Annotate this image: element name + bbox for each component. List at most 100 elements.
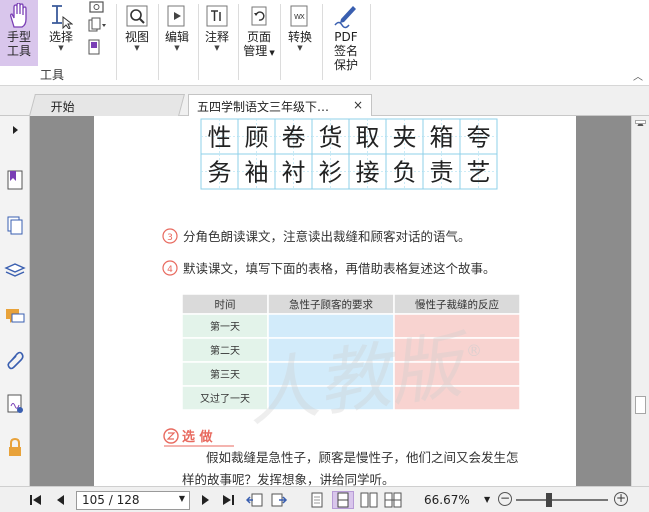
table-row-label: 第二天: [210, 344, 240, 357]
table-row-label: 第一天: [210, 320, 240, 333]
comment-button[interactable]: 注释 ▼: [200, 0, 234, 66]
watermark-registered: ®: [466, 341, 482, 360]
char-cell-text: 衫: [319, 159, 343, 187]
next-view-icon[interactable]: [270, 491, 288, 509]
bookmark-icon[interactable]: [3, 168, 27, 192]
edit-button[interactable]: 编辑 ▼: [160, 0, 194, 66]
char-cell: 负: [385, 153, 424, 190]
hand-icon: [5, 2, 33, 30]
page-mgmt-label-2-text: 管理: [243, 44, 268, 58]
status-bar: 105 / 128 ▼ 66.67% ▼ − +: [0, 486, 649, 512]
paragraph-line-1: 假如裁缝是急性子，顾客是慢性子，他们之间又会发生怎: [206, 450, 519, 465]
next-page-icon[interactable]: [198, 491, 214, 509]
char-cell-text: 夸: [467, 124, 491, 152]
ribbon-toolbar: 手型 工具 选择 ▼ 视图 ▼ 编辑 ▼ 注释 ▼ 页面 管理 ▼ W X 转换…: [0, 0, 649, 86]
document-viewer[interactable]: 性顾卷货取夹箱夸务袖衬衫接负责艺 3 分角色朗读课文，注意读出裁缝和顾客对话的语…: [30, 116, 631, 486]
ribbon-separator: [238, 4, 239, 80]
char-cell-text: 务: [208, 159, 232, 187]
item-3-number: 3: [167, 233, 173, 243]
page-dropdown-icon[interactable]: ▼: [179, 494, 185, 503]
zoom-out-icon[interactable]: −: [498, 492, 512, 506]
char-cell: 卷: [274, 118, 313, 155]
left-sidebar: [0, 116, 30, 486]
optional-section-icon-mark: [166, 432, 176, 440]
attachment-icon[interactable]: [3, 348, 27, 372]
page-number-input[interactable]: 105 / 128 ▼: [76, 491, 190, 510]
continuous-view-icon[interactable]: [332, 491, 354, 509]
select-button[interactable]: 选择 ▼: [44, 0, 78, 66]
table-row-label: 第三天: [210, 368, 240, 381]
page-management-button[interactable]: 页面 管理 ▼: [240, 0, 278, 66]
char-cell: 袖: [237, 153, 276, 190]
zoom-dropdown-icon[interactable]: ▼: [484, 495, 490, 504]
close-icon[interactable]: ×: [353, 98, 363, 112]
snapshot-tools[interactable]: [82, 0, 110, 66]
table-header-text: 慢性子裁缝的反应: [415, 298, 499, 311]
item-4: 4 默读课文，填写下面的表格，再借助表格复述这个故事。: [162, 260, 496, 276]
char-cell: 艺: [459, 153, 498, 190]
pdf-page: 性顾卷货取夹箱夸务袖衬衫接负责艺 3 分角色朗读课文，注意读出裁缝和顾客对话的语…: [94, 116, 576, 486]
tab-start[interactable]: 开始: [29, 94, 185, 116]
zoom-slider[interactable]: [516, 493, 608, 507]
scroll-thumb[interactable]: [635, 396, 646, 414]
char-cell-text: 顾: [245, 124, 269, 152]
scroll-top-marker: [635, 120, 646, 124]
zoom-in-icon[interactable]: +: [614, 492, 628, 506]
char-cell: 接: [348, 153, 387, 190]
char-cell: 衬: [274, 153, 313, 190]
char-cell-text: 取: [356, 124, 380, 152]
pdf-sign-protect-button[interactable]: PDF 签名 保护: [326, 0, 366, 86]
comments-panel-icon[interactable]: [3, 304, 27, 328]
camera-icon: [85, 0, 107, 17]
previous-view-icon[interactable]: [246, 491, 264, 509]
zoom-slider-handle[interactable]: [546, 493, 552, 507]
collapse-ribbon-icon[interactable]: ︿: [633, 68, 643, 83]
view-button[interactable]: 视图 ▼: [120, 0, 154, 66]
char-cell: 夸: [459, 118, 498, 155]
hand-tool-button[interactable]: 手型 工具: [0, 0, 38, 66]
char-cell-text: 衬: [282, 159, 306, 187]
tab-document[interactable]: 五四学制语文三年级下… ×: [188, 94, 372, 116]
svg-text:X: X: [300, 13, 305, 21]
char-cell-text: 责: [430, 159, 454, 187]
continuous-facing-view-icon[interactable]: [384, 491, 402, 509]
tab-document-label: 五四学制语文三年级下…: [197, 100, 330, 114]
lock-icon[interactable]: [3, 436, 27, 460]
char-cell: 务: [200, 153, 239, 190]
ribbon-separator: [116, 4, 117, 80]
signature-panel-icon[interactable]: [3, 392, 27, 416]
table-header-text: 时间: [215, 298, 236, 311]
expand-panel-icon[interactable]: [3, 118, 27, 142]
convert-label: 转换: [287, 30, 312, 44]
ribbon-separator: [198, 4, 199, 80]
single-page-view-icon[interactable]: [308, 491, 326, 509]
item-3-text: 分角色朗读课文，注意读出裁缝和顾客对话的语气。: [183, 229, 471, 244]
last-page-icon[interactable]: [220, 491, 236, 509]
first-page-icon[interactable]: [28, 491, 44, 509]
page-thumbnails-icon[interactable]: [3, 214, 27, 238]
vertical-scrollbar[interactable]: ▲: [631, 116, 649, 486]
convert-button[interactable]: WX 转换 ▼: [282, 0, 318, 66]
layers-icon[interactable]: [3, 258, 27, 282]
view-label: 视图: [124, 30, 149, 44]
facing-view-icon[interactable]: [360, 491, 378, 509]
edit-dropdown-icon: ▼: [174, 44, 180, 52]
edit-icon: [163, 2, 191, 30]
previous-page-icon[interactable]: [52, 491, 68, 509]
char-cell-text: 性: [208, 124, 232, 152]
char-cell-text: 箱: [430, 124, 454, 152]
select-label: 选择: [48, 30, 73, 44]
zoom-level[interactable]: 66.67%: [424, 493, 470, 507]
table-header-text: 急性子顾客的要求: [289, 298, 373, 311]
ribbon-separator: [370, 4, 371, 80]
table-row-label: 又过了一天: [200, 392, 250, 405]
pdf-sign-label-2: 签名: [333, 44, 358, 58]
hand-tool-label-2: 工具: [6, 44, 31, 58]
item-4-text: 默读课文，填写下面的表格，再借助表格复述这个故事。: [183, 261, 496, 276]
ribbon-separator: [322, 4, 323, 80]
pdf-sign-label-1: PDF: [334, 30, 358, 44]
copy-icon: [85, 17, 107, 38]
comment-dropdown-icon: ▼: [214, 44, 220, 52]
select-dropdown-icon: ▼: [58, 44, 64, 52]
signature-pen-icon: [332, 2, 360, 30]
